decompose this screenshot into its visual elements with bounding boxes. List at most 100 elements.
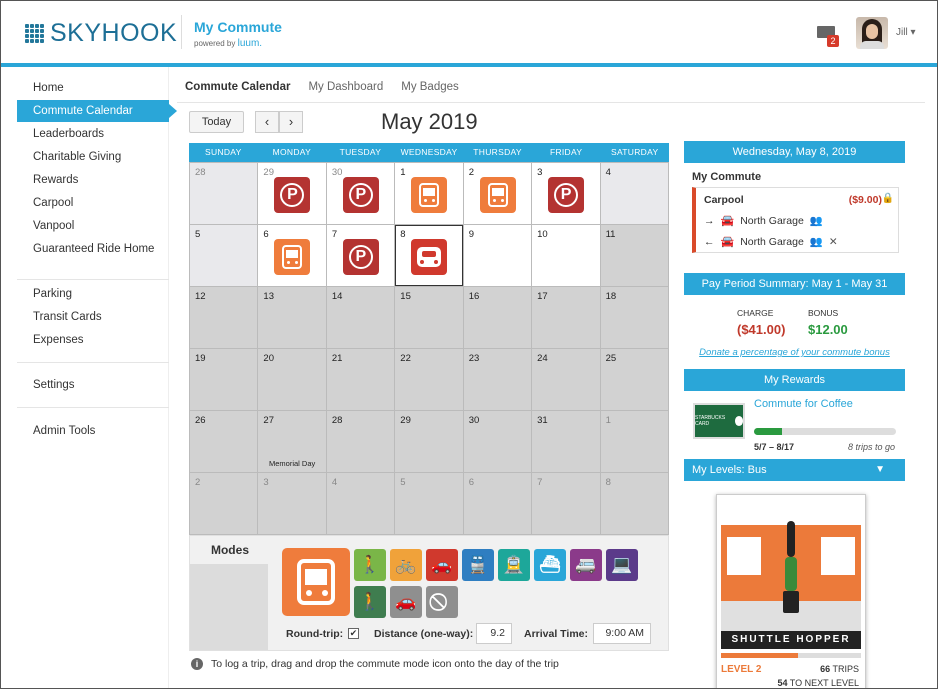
close-icon[interactable]: ✕: [829, 236, 838, 248]
mode-bus-icon[interactable]: [282, 548, 350, 616]
tab-commute-calendar[interactable]: Commute Calendar: [185, 81, 290, 93]
sidebar-item-admin-tools[interactable]: Admin Tools: [17, 420, 169, 442]
calendar-day[interactable]: 23: [463, 349, 532, 410]
calendar-day[interactable]: 15: [395, 287, 463, 348]
calendar-day[interactable]: 8: [395, 225, 463, 286]
car-trip-icon[interactable]: [411, 239, 448, 275]
round-trip-checkbox[interactable]: ✔: [348, 628, 359, 639]
next-month-button[interactable]: ›: [279, 111, 303, 133]
calendar-day[interactable]: 12: [190, 287, 258, 348]
tab-my-dashboard[interactable]: My Dashboard: [308, 81, 383, 93]
parking-trip-icon[interactable]: P: [274, 177, 311, 213]
mode-bike-icon[interactable]: 🚲: [390, 549, 422, 581]
calendar-day[interactable]: 10: [532, 225, 600, 286]
calendar-day[interactable]: 2: [190, 473, 258, 534]
sidebar-item-transit-cards[interactable]: Transit Cards: [17, 306, 169, 328]
day-number: 2: [468, 167, 474, 178]
level-badge-card[interactable]: SHUTTLE HOPPER LEVEL 2 66 TRIPS 54 TO NE…: [716, 494, 866, 688]
sidebar-item-home[interactable]: Home: [17, 77, 169, 99]
calendar-day[interactable]: 25: [600, 349, 668, 410]
calendar-day[interactable]: 24: [532, 349, 600, 410]
calendar-day[interactable]: 27 Memorial Day: [258, 411, 326, 472]
mode-train-icon[interactable]: 🚆: [462, 549, 494, 581]
calendar-day[interactable]: 6: [463, 473, 532, 534]
calendar-day[interactable]: 9: [463, 225, 532, 286]
calendar-day[interactable]: 4: [326, 473, 395, 534]
calendar-day[interactable]: 3P: [532, 163, 600, 224]
calendar-day[interactable]: 7P: [326, 225, 395, 286]
calendar-day[interactable]: 30 P: [326, 163, 395, 224]
calendar-day[interactable]: 26: [190, 411, 258, 472]
calendar-day[interactable]: 5: [395, 473, 463, 534]
calendar-day[interactable]: 1: [600, 411, 668, 472]
calendar-day[interactable]: 11: [600, 225, 668, 286]
mode-carpool-icon[interactable]: 🚗: [390, 586, 422, 618]
calendar-day[interactable]: 14: [326, 287, 395, 348]
top-header: SKYHOOK My Commute powered by luum. 2 Ji…: [1, 1, 937, 63]
mode-light-rail-icon[interactable]: 🚊: [498, 549, 530, 581]
bus-trip-icon[interactable]: [479, 177, 516, 213]
calendar-day[interactable]: 7: [532, 473, 600, 534]
calendar-day[interactable]: 4: [600, 163, 668, 224]
distance-input[interactable]: 9.2: [476, 623, 512, 644]
calendar-day[interactable]: 29: [395, 411, 463, 472]
calendar-day[interactable]: 1: [395, 163, 463, 224]
bonus-value: $12.00: [808, 322, 848, 337]
calendar-day[interactable]: 8: [600, 473, 668, 534]
mode-ferry-icon[interactable]: ⛴: [534, 549, 566, 581]
sidebar-item-leaderboards[interactable]: Leaderboards: [17, 123, 169, 145]
user-menu[interactable]: Jill ▾: [896, 27, 915, 38]
reward-name[interactable]: Commute for Coffee: [754, 398, 853, 410]
skyhook-logo[interactable]: SKYHOOK: [25, 19, 177, 48]
starbucks-card-image[interactable]: STARBUCKS CARD: [693, 403, 745, 439]
parking-trip-icon[interactable]: P: [342, 239, 379, 275]
calendar-day[interactable]: 6: [258, 225, 326, 286]
parking-trip-icon[interactable]: P: [342, 177, 379, 213]
mode-telework-icon[interactable]: 💻: [606, 549, 638, 581]
commute-entry[interactable]: Carpool ($9.00) 🔒 → 🚘 North Garage 👥 ← 🚘…: [692, 187, 899, 253]
calendar-day[interactable]: 28: [190, 163, 258, 224]
sidebar-item-rewards[interactable]: Rewards: [17, 169, 169, 191]
tab-my-badges[interactable]: My Badges: [401, 81, 459, 93]
sidebar-item-carpool[interactable]: Carpool: [17, 192, 169, 214]
reward-trips-to-go: 8 trips to go: [847, 442, 895, 452]
avatar[interactable]: [856, 17, 888, 49]
weekday-header: SUNDAY MONDAY TUESDAY WEDNESDAY THURSDAY FRID…: [189, 143, 669, 162]
mode-drive-alone-icon[interactable]: 🚗: [426, 549, 458, 581]
sidebar-item-expenses[interactable]: Expenses: [17, 329, 169, 351]
calendar-day[interactable]: 3: [258, 473, 326, 534]
prev-month-button[interactable]: ‹: [255, 111, 279, 133]
calendar-day[interactable]: 20: [258, 349, 326, 410]
donate-link[interactable]: Donate a percentage of your commute bonu…: [684, 347, 905, 358]
sidebar-item-charitable-giving[interactable]: Charitable Giving: [17, 146, 169, 168]
mode-vanpool-icon[interactable]: 🚐: [570, 549, 602, 581]
calendar-day[interactable]: 28: [326, 411, 395, 472]
calendar-day[interactable]: 16: [463, 287, 532, 348]
calendar-day[interactable]: 17: [532, 287, 600, 348]
sidebar-item-commute-calendar[interactable]: Commute Calendar: [17, 100, 177, 122]
parking-trip-icon[interactable]: P: [548, 177, 585, 213]
sidebar-item-settings[interactable]: Settings: [17, 374, 169, 396]
mode-walk-to-car-icon[interactable]: 🚶: [354, 586, 386, 618]
calendar-day[interactable]: 31: [532, 411, 600, 472]
sidebar-item-vanpool[interactable]: Vanpool: [17, 215, 169, 237]
calendar-day[interactable]: 22: [395, 349, 463, 410]
arrival-time-input[interactable]: 9:00 AM: [593, 623, 651, 644]
calendar-day[interactable]: 18: [600, 287, 668, 348]
calendar-day[interactable]: 5: [190, 225, 258, 286]
calendar-day[interactable]: 19: [190, 349, 258, 410]
calendar-day[interactable]: 21: [326, 349, 395, 410]
sidebar-item-guaranteed-ride-home[interactable]: Guaranteed Ride Home: [17, 238, 169, 260]
my-levels-header[interactable]: My Levels: Bus ▼: [684, 459, 905, 481]
calendar-day[interactable]: 30: [463, 411, 532, 472]
mode-walk-icon[interactable]: 🚶: [354, 549, 386, 581]
mode-no-commute-icon[interactable]: ⃠: [426, 586, 458, 618]
sidebar-item-parking[interactable]: Parking: [17, 283, 169, 305]
calendar-day[interactable]: 2: [463, 163, 532, 224]
calendar-day[interactable]: 13: [258, 287, 326, 348]
today-button[interactable]: Today: [189, 111, 244, 133]
bus-trip-icon[interactable]: [411, 177, 448, 213]
charge-label: CHARGE: [737, 308, 774, 318]
calendar-day[interactable]: 29 P: [258, 163, 326, 224]
bus-trip-icon[interactable]: [274, 239, 311, 275]
